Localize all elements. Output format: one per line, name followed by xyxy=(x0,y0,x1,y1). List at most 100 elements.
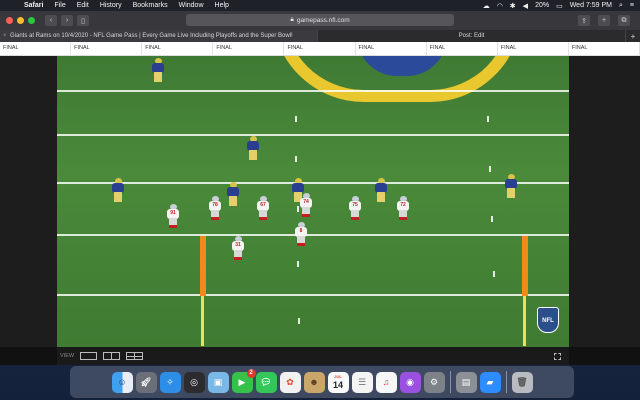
cloud-icon[interactable]: ☁ xyxy=(483,2,490,10)
score-cell[interactable]: FINAL xyxy=(142,42,214,55)
photos-icon[interactable]: ✿ xyxy=(279,371,301,393)
score-status: FINAL xyxy=(3,45,19,51)
zoom-window-button[interactable] xyxy=(28,17,35,24)
hash-mark xyxy=(493,271,495,277)
score-status: FINAL xyxy=(429,45,446,51)
score-status: FINAL xyxy=(216,45,232,51)
giants-player: 72 xyxy=(397,196,409,220)
bluetooth-icon[interactable]: ✱ xyxy=(510,2,516,10)
score-cell[interactable]: FINAL xyxy=(356,42,427,55)
minimize-window-button[interactable] xyxy=(17,17,24,24)
macos-dock: ☺ 🚀︎ ✧ ◎ ▣ ▶ 2 💬︎ ✿ ☻ JUL 14 ☰ ♫ ◉ ⚙ ▤ ▰… xyxy=(70,366,574,398)
calendar-icon[interactable]: JUL 14 xyxy=(327,371,349,393)
hash-mark xyxy=(295,116,297,122)
score-cell[interactable]: FINAL xyxy=(71,42,143,55)
score-cell[interactable]: FINAL xyxy=(213,42,285,55)
video-player[interactable]: 91 78 67 74 75 72 8 31 NFL VIEW xyxy=(0,56,640,365)
close-icon[interactable]: × xyxy=(3,33,7,39)
menu-app-name[interactable]: Safari xyxy=(24,2,43,9)
marker-pole xyxy=(523,296,526,346)
sidebar-icon: ▯ xyxy=(81,17,85,25)
podcasts-icon[interactable]: ◉ xyxy=(399,371,421,393)
giants-player: 8 xyxy=(295,222,307,246)
jersey-number: 67 xyxy=(260,202,266,208)
control-center-icon[interactable]: ≡ xyxy=(630,2,634,9)
video-letterbox-right xyxy=(569,56,640,347)
forward-button[interactable]: › xyxy=(61,15,73,26)
launchpad-icon[interactable]: 🚀︎ xyxy=(135,371,157,393)
window-controls xyxy=(6,17,35,24)
tab-overview-button[interactable]: ⧉ xyxy=(618,15,630,26)
facetime-icon[interactable]: ▶ 2 xyxy=(231,368,256,393)
share-button[interactable]: ⇪ xyxy=(578,15,590,26)
quicktime-icon[interactable]: ◎ xyxy=(183,371,205,393)
split-view-button[interactable] xyxy=(103,352,121,360)
browser-toolbar: ‹ › ▯ 🔒︎ gamepass.nfl.com ⇪ + ⧉ xyxy=(0,11,640,30)
add-tab-button[interactable]: + xyxy=(626,30,640,42)
hash-mark xyxy=(491,216,493,222)
rams-player xyxy=(505,174,517,198)
preview-icon[interactable]: ▣ xyxy=(207,371,229,393)
image-capture-icon[interactable]: ▤ xyxy=(455,371,477,393)
nfl-shield-logo: NFL xyxy=(537,307,559,333)
search-icon[interactable]: ⌕ xyxy=(619,2,623,10)
score-cell[interactable]: FINAL xyxy=(498,42,569,55)
score-cell[interactable]: FINAL xyxy=(284,42,356,55)
wifi-icon[interactable]: ◠ xyxy=(497,2,503,10)
giants-player: 74 xyxy=(300,193,312,217)
volume-icon[interactable]: ◀ xyxy=(523,2,528,10)
football-field-video[interactable]: 91 78 67 74 75 72 8 31 NFL xyxy=(57,56,569,347)
back-button[interactable]: ‹ xyxy=(45,15,57,26)
contacts-icon[interactable]: ☻ xyxy=(303,371,325,393)
tab-game-pass[interactable]: × Giants at Rams on 10/4/2020 - NFL Game… xyxy=(0,30,318,42)
menu-window[interactable]: Window xyxy=(179,2,204,9)
single-view-button[interactable] xyxy=(80,352,98,360)
chevron-left-icon: ‹ xyxy=(49,17,53,24)
video-letterbox-left xyxy=(0,56,57,347)
menu-bookmarks[interactable]: Bookmarks xyxy=(133,2,168,9)
jersey-number: 91 xyxy=(170,210,176,216)
messages-icon[interactable]: 💬︎ xyxy=(255,371,277,393)
zoom-app-icon[interactable]: ▰ xyxy=(479,371,501,393)
rams-player xyxy=(227,182,239,206)
system-preferences-icon[interactable]: ⚙ xyxy=(423,371,445,393)
address-bar-url: gamepass.nfl.com xyxy=(296,16,350,24)
yard-line xyxy=(57,90,569,92)
safari-icon[interactable]: ✧ xyxy=(159,371,181,393)
first-down-marker xyxy=(522,236,528,296)
finder-icon[interactable]: ☺ xyxy=(111,371,133,393)
address-bar[interactable]: 🔒︎ gamepass.nfl.com xyxy=(186,14,454,26)
score-status: FINAL xyxy=(287,45,304,51)
giants-player: 31 xyxy=(232,236,244,260)
menu-edit[interactable]: Edit xyxy=(77,2,89,9)
reminders-icon[interactable]: ☰ xyxy=(351,371,373,393)
score-cell[interactable]: FINAL xyxy=(0,42,72,55)
new-tab-button[interactable]: + xyxy=(598,15,610,26)
battery-icon[interactable]: ▭ xyxy=(556,2,563,10)
tab-post-edit[interactable]: Post: Edit xyxy=(318,30,626,42)
nfl-logo-text: NFL xyxy=(542,318,554,324)
menu-clock[interactable]: Wed 7:59 PM xyxy=(570,2,612,9)
lock-icon: 🔒︎ xyxy=(290,16,294,23)
menu-help[interactable]: Help xyxy=(215,2,229,9)
fullscreen-icon[interactable] xyxy=(554,352,561,360)
close-window-button[interactable] xyxy=(6,17,13,24)
score-cell[interactable]: FINAL xyxy=(569,42,640,55)
trash-icon[interactable]: 🗑︎ xyxy=(511,371,533,393)
tab-label: Post: Edit xyxy=(458,33,485,39)
rams-player xyxy=(375,178,387,202)
plus-icon: + xyxy=(601,17,607,24)
menu-file[interactable]: File xyxy=(54,2,65,9)
apple-menu-icon[interactable] xyxy=(6,2,14,10)
score-cell[interactable]: FINAL xyxy=(427,42,498,55)
score-status: FINAL xyxy=(571,45,588,51)
scoreboard-strip: FINAL FINAL FINAL FINAL FINAL FINAL FINA… xyxy=(0,42,640,56)
jersey-number: 78 xyxy=(212,202,218,208)
score-status: FINAL xyxy=(145,45,161,51)
rams-player xyxy=(247,136,259,160)
menu-history[interactable]: History xyxy=(100,2,122,9)
sidebar-button[interactable]: ▯ xyxy=(77,15,89,26)
hash-mark xyxy=(295,156,297,162)
quad-view-button[interactable] xyxy=(126,352,144,360)
music-icon[interactable]: ♫ xyxy=(375,371,397,393)
